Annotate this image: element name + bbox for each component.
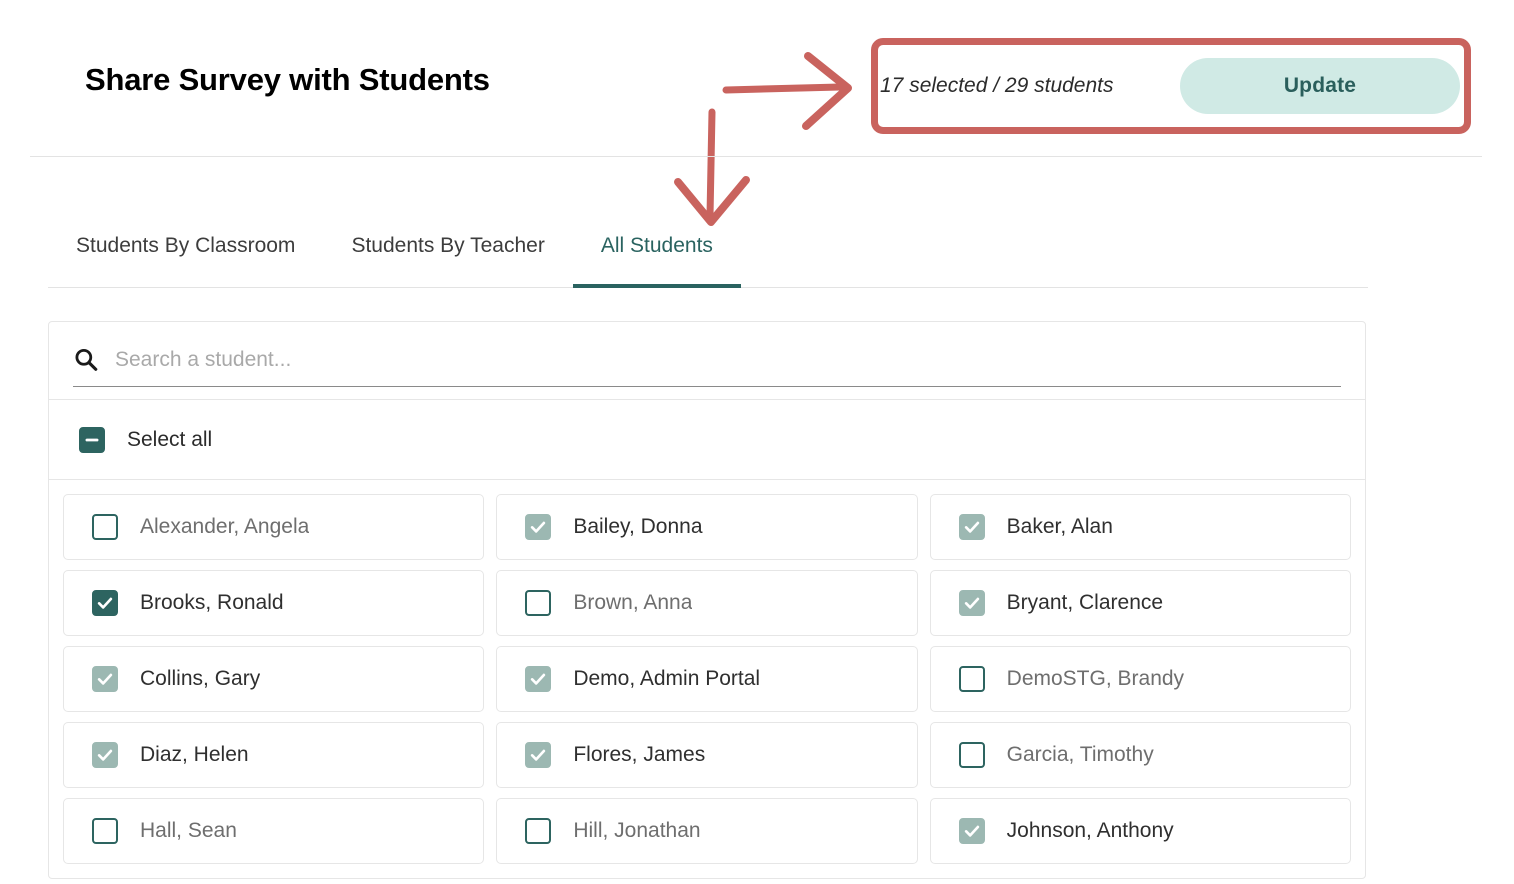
student-row[interactable]: DemoSTG, Brandy — [929, 646, 1351, 712]
page-header: Share Survey with Students 17 selected /… — [0, 0, 1514, 226]
students-panel: Select all Alexander, Angela Bailey, Donn… — [48, 321, 1366, 879]
student-row[interactable]: Bryant, Clarence — [929, 570, 1351, 636]
search-field-wrapper — [73, 335, 1341, 387]
student-name: Demo, Admin Portal — [573, 667, 761, 690]
student-row[interactable]: Hill, Jonathan — [496, 798, 918, 864]
student-row[interactable]: Bailey, Donna — [496, 494, 918, 560]
student-name: Brooks, Ronald — [140, 591, 284, 614]
student-checkbox[interactable] — [525, 742, 552, 768]
tab-all-students[interactable]: All Students — [572, 222, 741, 288]
student-row[interactable]: Garcia, Timothy — [929, 722, 1351, 788]
select-all-label: Select all — [127, 427, 213, 451]
student-row[interactable]: Baker, Alan — [929, 494, 1351, 560]
minus-icon — [85, 438, 99, 441]
student-row[interactable]: Hall, Sean — [63, 798, 485, 864]
student-row[interactable]: Brooks, Ronald — [63, 570, 485, 636]
tab-students-by-teacher[interactable]: Students By Teacher — [323, 222, 572, 288]
student-checkbox[interactable] — [525, 514, 552, 540]
search-icon — [75, 348, 98, 371]
selection-controls: 17 selected / 29 students Update — [880, 58, 1460, 114]
student-checkbox[interactable] — [525, 818, 552, 844]
search-row — [49, 322, 1365, 400]
select-all-checkbox[interactable] — [79, 426, 105, 453]
check-icon — [97, 673, 113, 685]
student-grid: Alexander, Angela Bailey, Donna Baker, Ala… — [49, 480, 1365, 878]
update-button[interactable]: Update — [1180, 58, 1460, 114]
share-survey-page: Share Survey with Students 17 selected /… — [0, 0, 1514, 884]
check-icon — [964, 825, 979, 837]
student-checkbox[interactable] — [525, 666, 552, 692]
page-title: Share Survey with Students — [85, 62, 490, 97]
student-row[interactable]: Demo, Admin Portal — [496, 646, 918, 712]
student-name: Collins, Gary — [140, 667, 261, 690]
check-icon — [531, 521, 546, 533]
student-checkbox[interactable] — [525, 590, 552, 616]
student-row[interactable]: Diaz, Helen — [63, 722, 485, 788]
student-checkbox[interactable] — [92, 514, 118, 540]
check-icon — [97, 597, 113, 609]
student-checkbox[interactable] — [958, 818, 985, 844]
tab-students-by-classroom[interactable]: Students By Classroom — [48, 222, 323, 288]
student-checkbox[interactable] — [958, 514, 985, 540]
student-checkbox[interactable] — [92, 590, 118, 616]
check-icon — [964, 597, 979, 609]
select-all-row[interactable]: Select all — [49, 400, 1365, 480]
student-checkbox[interactable] — [958, 590, 985, 616]
header-divider — [30, 156, 1482, 157]
student-name: Baker, Alan — [1006, 515, 1113, 538]
check-icon — [531, 749, 546, 761]
student-row[interactable]: Johnson, Anthony — [929, 798, 1351, 864]
student-name: Bailey, Donna — [573, 515, 703, 538]
check-icon — [97, 749, 113, 761]
student-name: Garcia, Timothy — [1006, 743, 1154, 766]
student-checkbox[interactable] — [92, 742, 118, 768]
student-name: DemoSTG, Brandy — [1006, 667, 1185, 690]
student-row[interactable]: Brown, Anna — [496, 570, 918, 636]
student-name: Hill, Jonathan — [573, 819, 701, 842]
student-checkbox[interactable] — [92, 666, 118, 692]
selection-count-text: 17 selected / 29 students — [880, 74, 1114, 97]
student-row[interactable]: Flores, James — [496, 722, 918, 788]
student-checkbox[interactable] — [92, 818, 118, 844]
annotation-arrow-down — [674, 108, 750, 226]
student-name: Hall, Sean — [140, 819, 237, 842]
student-name: Johnson, Anthony — [1006, 819, 1174, 842]
student-name: Diaz, Helen — [140, 743, 249, 766]
student-row[interactable]: Collins, Gary — [63, 646, 485, 712]
tab-bar: Students By Classroom Students By Teache… — [48, 222, 1368, 288]
check-icon — [964, 521, 979, 533]
student-name: Brown, Anna — [573, 591, 693, 614]
student-name: Alexander, Angela — [140, 515, 310, 538]
student-checkbox[interactable] — [958, 666, 985, 692]
student-name: Flores, James — [573, 743, 706, 766]
search-input[interactable] — [115, 341, 1341, 379]
annotation-arrow-right — [722, 52, 852, 130]
student-row[interactable]: Alexander, Angela — [63, 494, 485, 560]
check-icon — [531, 673, 546, 685]
student-name: Bryant, Clarence — [1006, 591, 1164, 614]
student-checkbox[interactable] — [958, 742, 985, 768]
